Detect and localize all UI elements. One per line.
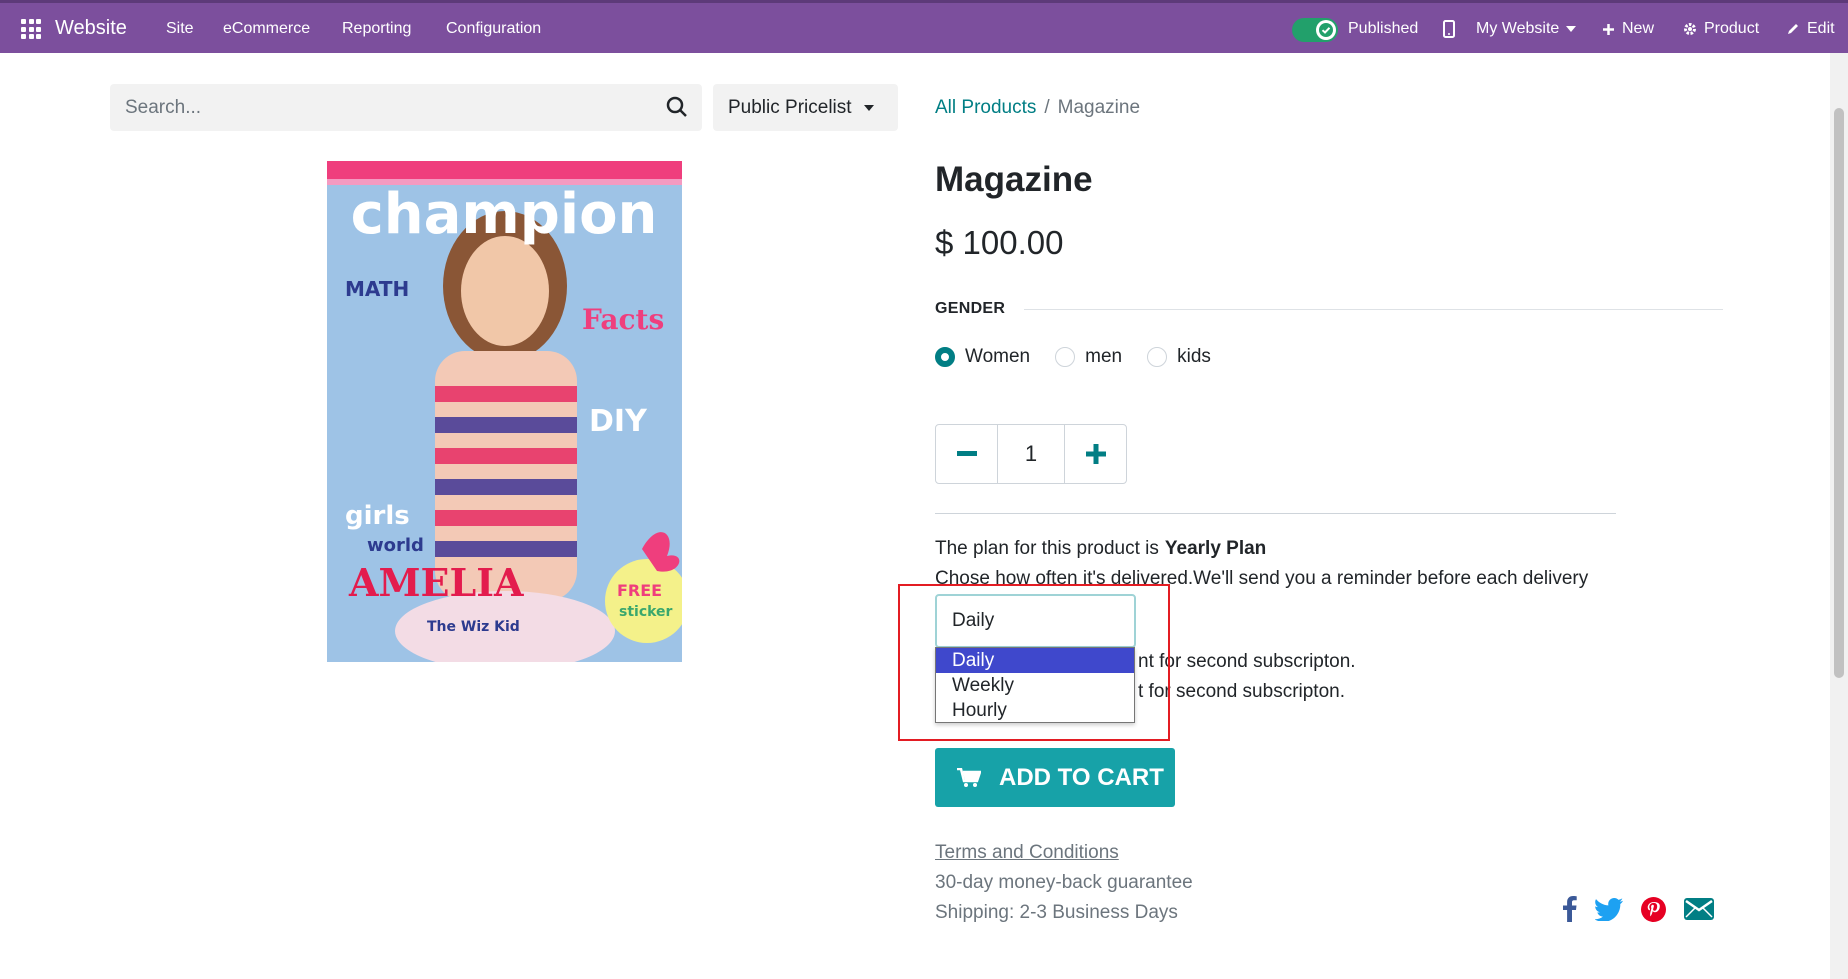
radio-women[interactable]: Women [935,346,1030,368]
edit-button[interactable]: Edit [1786,20,1835,38]
section-divider [935,513,1616,514]
decrease-quantity-button[interactable] [936,425,997,483]
increase-quantity-button[interactable] [1065,425,1126,483]
new-button[interactable]: New [1602,20,1654,38]
edit-label: Edit [1807,20,1835,37]
radio-label: kids [1177,346,1211,367]
pinterest-icon[interactable] [1641,896,1666,922]
apps-grid-icon[interactable] [21,19,41,39]
plan-text: The plan for this product is Yearly Plan [935,538,1266,560]
menu-site[interactable]: Site [166,20,194,38]
gear-icon [1684,23,1696,35]
email-icon[interactable] [1684,898,1714,920]
menu-ecommerce[interactable]: eCommerce [223,20,310,38]
quantity-stepper: 1 [935,424,1127,484]
product-title: Magazine [935,160,1093,199]
add-to-cart-button[interactable]: ADD TO CART [935,748,1175,807]
app-brand[interactable]: Website [55,17,127,40]
search-icon[interactable] [666,96,688,118]
attribute-label: GENDER [935,300,1006,317]
pricelist-dropdown[interactable]: Public Pricelist [713,84,898,131]
breadcrumb-current: Magazine [1057,97,1141,118]
cover-world: world [367,535,424,556]
product-menu[interactable]: Product [1683,20,1759,38]
radio-unchecked-icon[interactable] [1055,347,1076,367]
page-scrollbar[interactable] [1830,53,1848,979]
radio-checked-icon[interactable] [935,347,955,367]
published-label[interactable]: Published [1348,20,1418,38]
breadcrumb-separator: / [1044,97,1050,118]
cover-facts: Facts [582,303,664,336]
radio-label: men [1085,346,1123,367]
minus-icon [956,451,977,456]
radio-kids[interactable]: kids [1147,346,1211,368]
plan-name: Yearly Plan [1164,538,1267,559]
menu-configuration[interactable]: Configuration [446,20,541,38]
check-icon [1316,20,1336,40]
chevron-down-icon [863,104,874,111]
breadcrumb: All Products / Magazine [935,97,1140,119]
cart-icon [957,767,981,787]
website-label: My Website [1476,20,1560,37]
cover-math: MATH [345,277,409,301]
new-label: New [1622,20,1655,37]
cover-wiz: The Wiz Kid [427,619,520,635]
shipping-text: Shipping: 2-3 Business Days [935,902,1178,923]
cover-masthead: champion [351,182,658,247]
cover-amelia: AMELIA [348,560,524,605]
plan-prefix: The plan for this product is [935,538,1159,559]
twitter-icon[interactable] [1595,897,1623,921]
published-toggle[interactable] [1292,18,1338,42]
search-input[interactable] [110,84,650,131]
discount-note-1: nt for second subscripton. [1138,651,1356,672]
product-image[interactable]: champion MATH Facts DIY girls world AMEL… [327,161,682,662]
add-to-cart-label: ADD TO CART [999,763,1164,791]
terms-link[interactable]: Terms and Conditions [935,842,1119,864]
mobile-preview-button[interactable] [1443,20,1455,38]
pencil-icon [1788,24,1798,34]
top-navbar: Website Site eCommerce Reporting Configu… [0,0,1848,53]
facebook-icon[interactable] [1563,896,1577,922]
cover-free: FREE [617,581,662,600]
product-price: $ 100.00 [935,224,1064,261]
radio-unchecked-icon[interactable] [1147,347,1168,367]
scrollbar-thumb[interactable] [1834,108,1844,678]
radio-men[interactable]: men [1055,346,1122,368]
cover-diy: DIY [589,404,648,439]
cover-sticker: sticker [619,604,673,620]
radio-label: Women [965,346,1031,367]
chevron-down-icon [1566,26,1577,32]
product-label: Product [1704,20,1760,37]
cover-girls: girls [345,501,410,531]
highlight-box [898,584,1170,741]
mobile-icon [1443,20,1455,38]
pricelist-label: Public Pricelist [728,96,852,118]
attribute-divider [1024,309,1723,310]
menu-reporting[interactable]: Reporting [342,20,411,38]
quantity-input[interactable]: 1 [997,425,1065,483]
social-share [1563,896,1714,922]
gender-options: Women men kids [935,346,1236,368]
plus-icon [1085,444,1106,464]
plus-icon [1603,23,1614,35]
guarantee-text: 30-day money-back guarantee [935,872,1193,893]
search-bar [110,84,702,131]
breadcrumb-all-products[interactable]: All Products [935,97,1036,118]
website-switcher[interactable]: My Website [1476,20,1577,38]
